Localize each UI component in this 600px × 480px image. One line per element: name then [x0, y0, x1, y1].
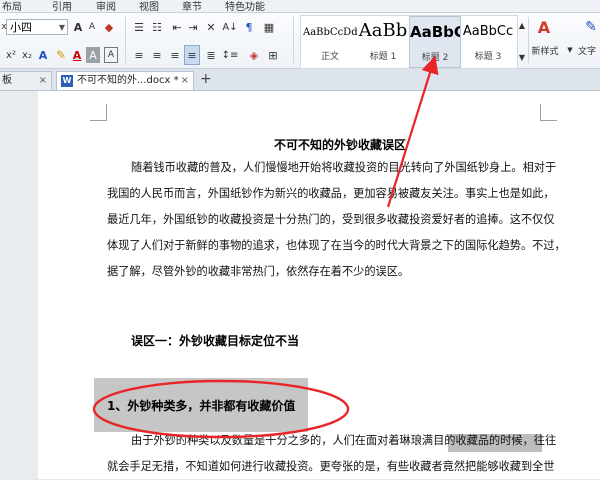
style-heading-1[interactable]: AaBb 标题 1	[357, 16, 409, 68]
new-tab-plus-icon[interactable]: +	[200, 71, 212, 87]
paragraph-line: 我国的人民币而言，外国纸钞作为新兴的收藏品，更加容易被藏友关注。事实上也是如此，	[107, 187, 555, 200]
font-effect-icon[interactable]: A	[36, 47, 50, 63]
menu-features[interactable]: 特色功能	[225, 0, 265, 12]
paragraph-line: 体现了人们对于新鲜的事物的追求，也体现了在当今的时代大背景之下的国际化趋势。不过…	[107, 239, 566, 252]
ribbon-toolbar: 小四 ▼ x A A ◆ x² x₂ A ✎ A A A ☰ ☷ ⇤ ⇥ ✕ A…	[0, 13, 600, 69]
text-tools-button[interactable]: 文字	[578, 43, 600, 57]
menu-view[interactable]: 视图	[139, 0, 159, 12]
sort-icon[interactable]: A↓	[222, 19, 238, 35]
highlight-pen-icon[interactable]: ✎	[54, 47, 68, 63]
style-heading-2-sample: AaBbC	[410, 23, 461, 41]
style-heading-2[interactable]: AaBbC 标题 2	[409, 16, 461, 68]
menu-review[interactable]: 审阅	[96, 0, 116, 12]
styles-scroll-up-icon[interactable]: ▲	[518, 17, 526, 33]
section-heading: 1、外钞种类多，并非都有收藏价值	[107, 399, 296, 413]
new-style-dropdown-icon[interactable]: ▼	[566, 43, 574, 57]
align-right-icon[interactable]: ≡	[168, 47, 182, 63]
align-justify-icon[interactable]: ≡	[184, 45, 200, 65]
char-shading-icon[interactable]: A	[86, 47, 100, 63]
bullet-list-icon[interactable]: ☰	[132, 19, 146, 35]
grow-font-icon[interactable]: A	[72, 19, 84, 35]
font-size-value: 小四	[10, 21, 32, 34]
tab-previous[interactable]: 板 ×	[0, 71, 52, 90]
style-heading-3-name: 标题 3	[474, 52, 502, 62]
menu-references[interactable]: 引用	[52, 0, 72, 12]
chinese-layout-icon[interactable]: ✕	[204, 19, 218, 35]
decrease-indent-icon[interactable]: ⇤	[170, 19, 184, 35]
close-icon[interactable]: ×	[39, 72, 47, 89]
align-left-icon[interactable]: ≡	[132, 47, 146, 63]
tab-current-label: 不可不知的外...docx *	[77, 75, 179, 86]
styles-gallery: AaBbCcDd 正文 AaBb 标题 1 AaBbC 标题 2 AaBbCc …	[300, 15, 518, 69]
new-style-button[interactable]: 新样式	[526, 43, 564, 57]
shrink-font-icon[interactable]: A	[86, 19, 98, 35]
style-heading-3-sample: AaBbCc	[462, 24, 514, 39]
table-icon[interactable]: ▦	[262, 19, 276, 35]
document-tab-bar: 板 × W 不可不知的外...docx * × +	[0, 69, 600, 91]
style-normal[interactable]: AaBbCcDd 正文	[303, 16, 357, 68]
style-normal-sample: AaBbCcDd	[303, 27, 357, 38]
char-border-icon[interactable]: A	[104, 47, 118, 63]
font-size-select[interactable]: 小四 ▼	[6, 19, 68, 35]
subscript-icon[interactable]: x₂	[20, 47, 34, 63]
styles-more-icon[interactable]: ▼	[518, 49, 526, 65]
margin-marker-top-right	[540, 104, 557, 121]
new-style-icon[interactable]: A	[534, 17, 554, 37]
paragraph-shading-icon[interactable]: ◈	[246, 47, 262, 63]
document-title: 不可不知的外钞收藏误区	[274, 138, 407, 152]
misconception-heading: 误区一：外钞收藏目标定位不当	[131, 334, 300, 348]
word-doc-icon: W	[61, 75, 73, 87]
text-tools-label: 文字	[578, 46, 597, 57]
text-tools-icon[interactable]: ✎	[582, 17, 600, 37]
style-heading-3[interactable]: AaBbCc 标题 3	[461, 16, 515, 68]
chevron-down-icon[interactable]: ▼	[59, 20, 65, 36]
margin-marker-top-left	[90, 104, 107, 121]
menu-chapter[interactable]: 章节	[182, 0, 202, 12]
increase-indent-icon[interactable]: ⇥	[186, 19, 200, 35]
paragraph-line: 就会手足无措，不知道如何进行收藏投资。更夸张的是，有些收藏者竟然把能够收藏到全世	[107, 460, 555, 473]
style-heading-2-name: 标题 2	[421, 53, 449, 63]
paragraph-line: 由于外钞的种类以及数量是千分之多的，人们在面对着琳琅满目的收藏品的时候，往往	[131, 434, 557, 447]
paragraph-line: 最近几年，外国纸钞的收藏投资是十分热门的，受到很多收藏投资爱好者的追捧。这不仅仅	[107, 213, 555, 226]
style-heading-1-name: 标题 1	[369, 52, 397, 62]
tab-current-document[interactable]: W 不可不知的外...docx * ×	[56, 71, 194, 90]
style-normal-name: 正文	[320, 52, 339, 62]
close-icon[interactable]: ×	[181, 72, 189, 89]
font-name-dropdown-icon[interactable]: x	[0, 19, 8, 35]
align-center-icon[interactable]: ≡	[150, 47, 164, 63]
clear-format-icon[interactable]: ◆	[102, 19, 116, 35]
new-style-label: 新样式	[531, 46, 559, 57]
style-heading-1-sample: AaBb	[358, 20, 408, 41]
distributed-align-icon[interactable]: ≣	[204, 47, 218, 63]
menu-bar: 布局 引用 审阅 视图 章节 特色功能	[0, 0, 600, 13]
tab-previous-label: 板	[2, 75, 12, 86]
paragraph-line: 随着钱币收藏的普及，人们慢慢地开始将收藏投资的目光转向了外国纸钞身上。相对于	[131, 161, 557, 174]
line-spacing-icon[interactable]: ↕≡	[222, 47, 239, 63]
show-marks-icon[interactable]: ¶	[242, 19, 256, 35]
menu-layout[interactable]: 布局	[2, 0, 22, 12]
paragraph-line: 据了解，尽管外钞的收藏非常热门，依然存在着不少的误区。	[107, 265, 410, 278]
numbered-list-icon[interactable]: ☷	[150, 19, 164, 35]
font-color-icon[interactable]: A	[70, 47, 84, 63]
borders-icon[interactable]: ⊞	[266, 47, 280, 63]
superscript-icon[interactable]: x²	[4, 47, 18, 63]
